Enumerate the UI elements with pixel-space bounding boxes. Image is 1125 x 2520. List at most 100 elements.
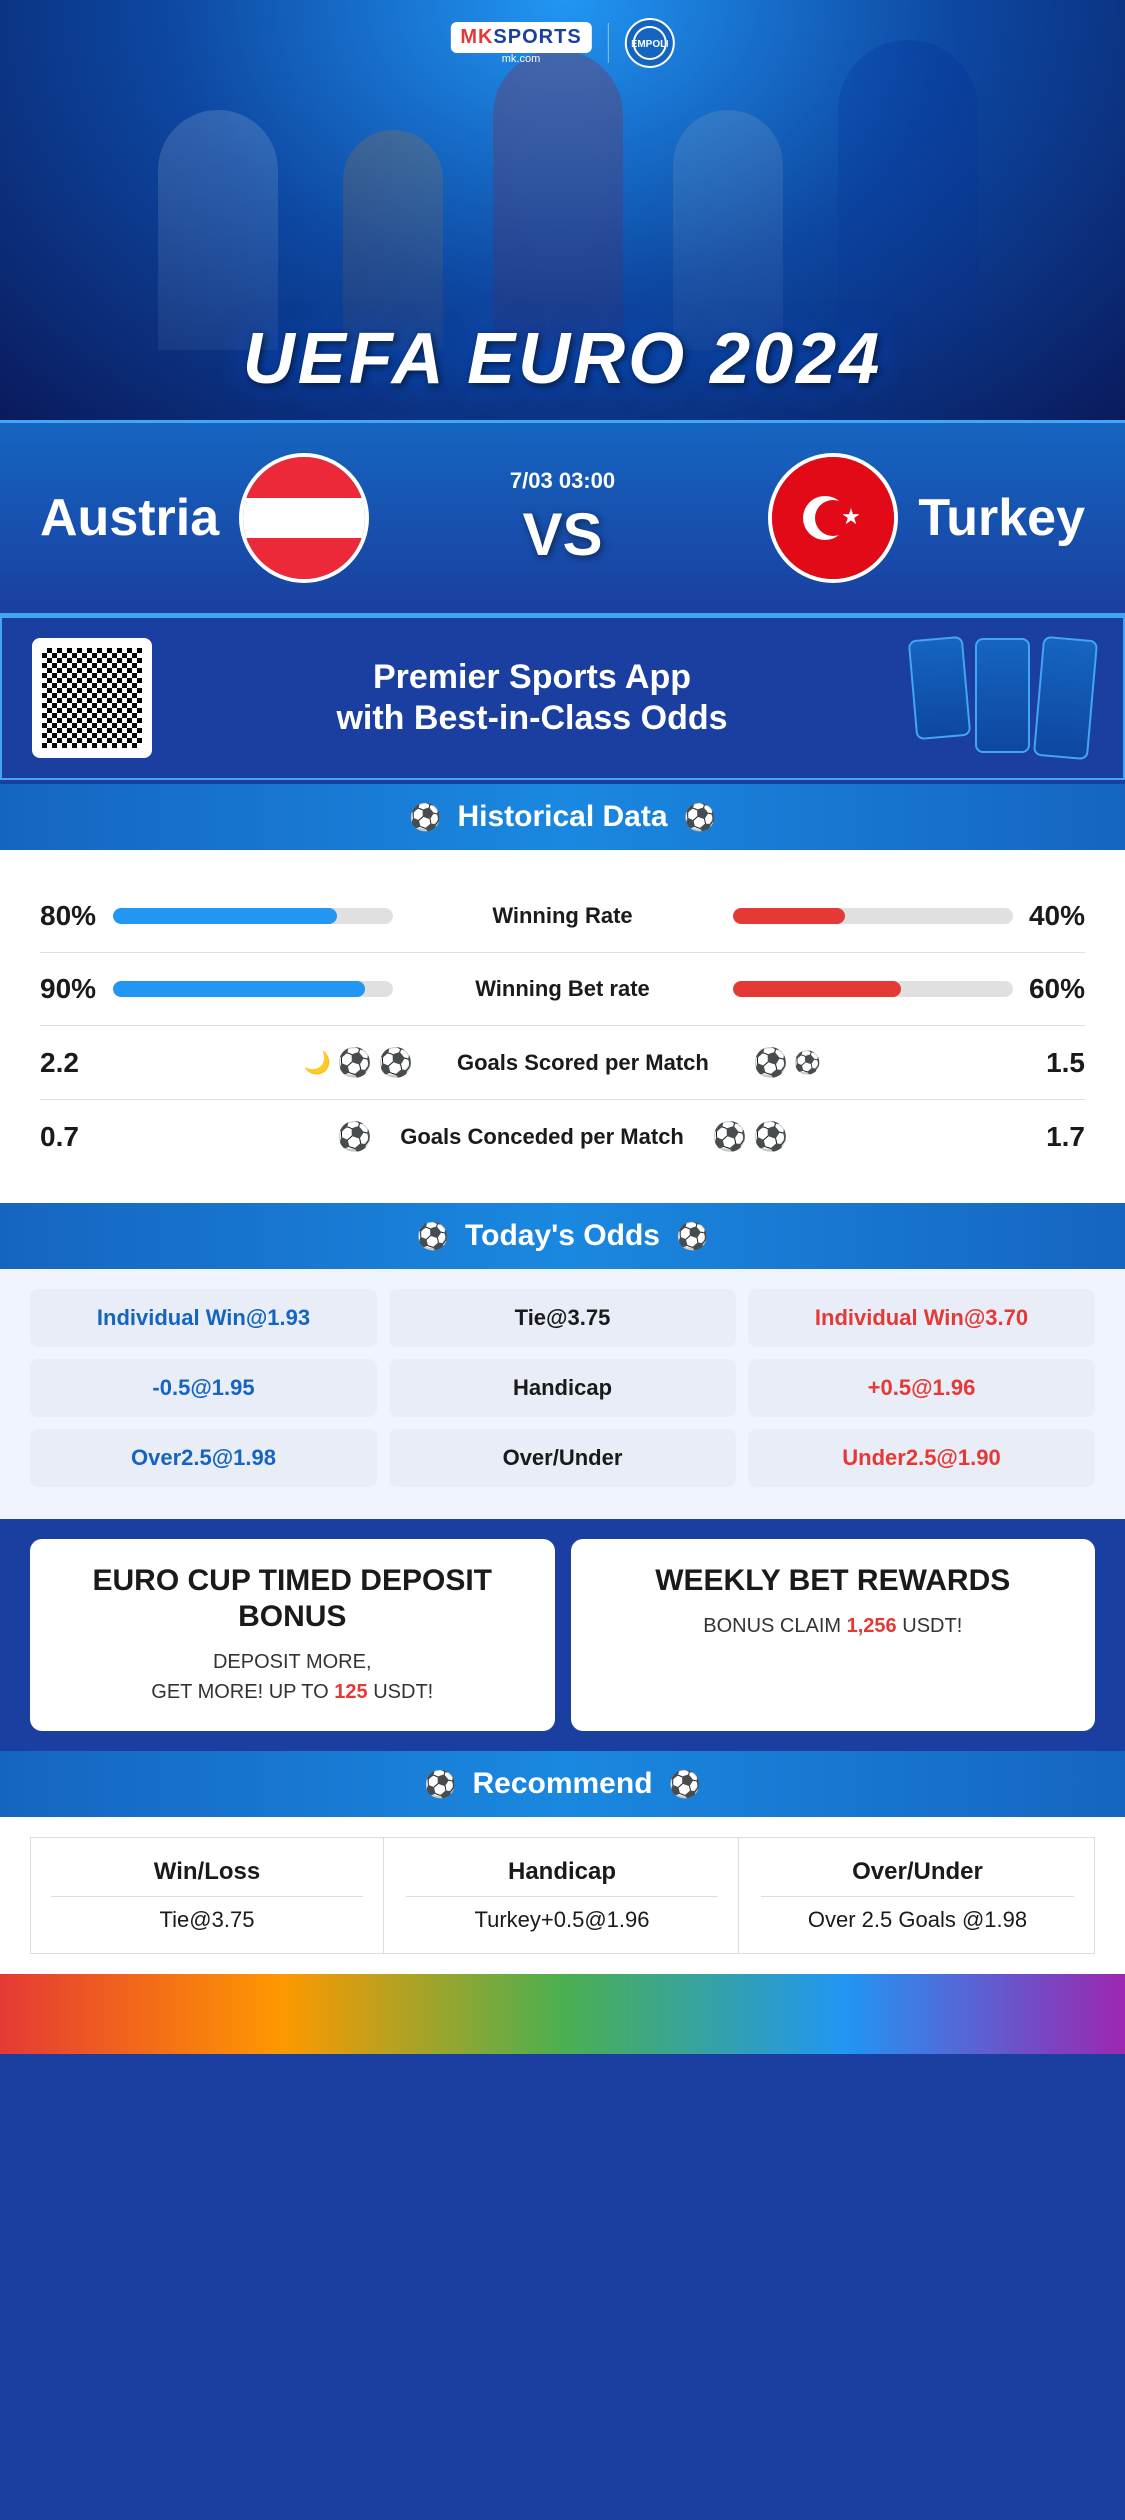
austria-flag: [239, 453, 369, 583]
turkey-flag: ★: [768, 453, 898, 583]
odds-row-3: Over2.5@1.98 Over/Under Under2.5@1.90: [30, 1429, 1095, 1487]
odds-section: Individual Win@1.93 Tie@3.75 Individual …: [0, 1269, 1125, 1519]
player-1: [118, 30, 318, 350]
bonus-deposit-desc: DEPOSIT MORE, GET MORE! UP TO 125 USDT!: [50, 1647, 535, 1707]
stat-row-winning-rate: 80% Winning Rate 40%: [40, 880, 1085, 953]
euro-title-text: UEFA EURO 2024: [243, 319, 883, 399]
bar-left-winning-bet: [113, 981, 393, 997]
rec-cell-overunder: Over/Under Over 2.5 Goals @1.98: [741, 1838, 1094, 1953]
bonus-weekly-desc: BONUS CLAIM 1,256 USDT!: [591, 1611, 1076, 1641]
progress-fill-left-wb: [113, 981, 365, 997]
historical-header: ⚽ Historical Data ⚽: [0, 784, 1125, 850]
conceded-ball-icon-2: ⚽: [712, 1120, 747, 1153]
recommend-title: Recommend: [472, 1767, 652, 1801]
progress-bg-left-wb: [113, 981, 393, 997]
team-right: ★ Turkey: [635, 453, 1085, 583]
phone-mock-2: [975, 638, 1030, 753]
stat-left-winning-rate: 80%: [40, 900, 113, 932]
progress-bg-left-wr: [113, 908, 393, 924]
stat-right-goals-conceded: 1.7: [1005, 1121, 1085, 1153]
stat-right-winning-rate: 40%: [1013, 900, 1086, 932]
phone-mock-3: [1033, 636, 1098, 760]
svg-text:★: ★: [841, 504, 861, 529]
goals-conceded-icons-right: ⚽ ⚽: [712, 1120, 788, 1153]
odds-soccer-icon-left: ⚽: [417, 1221, 449, 1252]
historical-section: 80% Winning Rate 40% 90% W: [0, 850, 1125, 1203]
stat-bar-goals-scored: 🌙 ⚽ ⚽ Goals Scored per Match ⚽ ⚽: [120, 1046, 1005, 1079]
logo-area: MKSPORTS mk.com EMPOLI: [450, 18, 674, 68]
qr-code: [32, 638, 152, 758]
promo-title-line2: with Best-in-Class Odds: [336, 699, 727, 737]
ball-icon-1: ⚽: [337, 1046, 372, 1079]
odds-individual-win-left[interactable]: Individual Win@1.93: [30, 1289, 377, 1347]
rec-cell-winloss: Win/Loss Tie@3.75: [31, 1838, 384, 1953]
stat-label-goals-conceded: Goals Conceded per Match: [392, 1124, 692, 1150]
stat-row-goals-scored: 2.2 🌙 ⚽ ⚽ Goals Scored per Match ⚽ ⚽ 1.5: [40, 1026, 1085, 1100]
odds-tie[interactable]: Tie@3.75: [389, 1289, 736, 1347]
progress-bg-right-wb: [733, 981, 1013, 997]
stat-left-winning-bet: 90%: [40, 973, 113, 1005]
header-banner: MKSPORTS mk.com EMPOLI: [0, 0, 1125, 420]
recommend-section: Win/Loss Tie@3.75 Handicap Turkey+0.5@1.…: [0, 1817, 1125, 1974]
player-4: [648, 50, 808, 350]
app-promo: Premier Sports App with Best-in-Class Od…: [0, 616, 1125, 780]
odds-title: Today's Odds: [465, 1219, 660, 1253]
soccer-icon-right: ⚽: [684, 802, 716, 833]
bar-right-winning-bet: [733, 981, 1013, 997]
bonus-deposit-title: EURO CUP TIMED DEPOSIT BONUS: [50, 1563, 535, 1635]
stat-bar-winning-rate: Winning Rate: [113, 903, 1013, 929]
bonus-deposit-highlight: 125: [334, 1681, 367, 1703]
odds-over-under-left[interactable]: Over2.5@1.98: [30, 1429, 377, 1487]
bottom-banner: [0, 1974, 1125, 2054]
ball-icon-3: ⚽: [753, 1046, 788, 1079]
odds-individual-win-right[interactable]: Individual Win@3.70: [748, 1289, 1095, 1347]
rec-value-handicap: Turkey+0.5@1.96: [406, 1907, 718, 1933]
conceded-ball-icon-1: ⚽: [337, 1120, 372, 1153]
stat-right-winning-bet: 60%: [1013, 973, 1086, 1005]
stat-row-goals-conceded: 0.7 ⚽ Goals Conceded per Match ⚽ ⚽ 1.7: [40, 1100, 1085, 1173]
rec-header-overunder: Over/Under: [761, 1858, 1074, 1897]
bonus-weekly-title: WEEKLY BET REWARDS: [591, 1563, 1076, 1599]
conceded-ball-icon-3: ⚽: [753, 1120, 788, 1153]
player-5: [808, 10, 1008, 350]
rec-header-winloss: Win/Loss: [51, 1858, 363, 1897]
goals-scored-icons-right: ⚽ ⚽: [753, 1046, 821, 1079]
odds-soccer-icon-right: ⚽: [676, 1221, 708, 1252]
turkey-flag-bg: ★: [772, 457, 894, 579]
stat-bar-winning-bet: Winning Bet rate: [113, 976, 1013, 1002]
mk-logo: MKSPORTS: [450, 22, 591, 53]
stat-label-winning-bet: Winning Bet rate: [413, 976, 713, 1002]
odds-over-under-right[interactable]: Under2.5@1.90: [748, 1429, 1095, 1487]
goals-scored-icons-left: 🌙 ⚽ ⚽: [304, 1046, 413, 1079]
euro-title: UEFA EURO 2024: [243, 318, 883, 400]
odds-over-under-label: Over/Under: [389, 1429, 736, 1487]
goals-conceded-icons-left: ⚽: [337, 1120, 372, 1153]
stat-bar-goals-conceded: ⚽ Goals Conceded per Match ⚽ ⚽: [120, 1120, 1005, 1153]
promo-text: Premier Sports App with Best-in-Class Od…: [172, 657, 892, 739]
stat-label-winning-rate: Winning Rate: [413, 903, 713, 929]
ball-icon-2: ⚽: [378, 1046, 413, 1079]
team-left-name: Austria: [40, 488, 219, 548]
partner-logo: EMPOLI: [625, 18, 675, 68]
progress-fill-left-wr: [113, 908, 337, 924]
bonus-card-deposit[interactable]: EURO CUP TIMED DEPOSIT BONUS DEPOSIT MOR…: [30, 1539, 555, 1731]
app-screenshots: [912, 638, 1093, 758]
half-ball-icon: ⚽: [794, 1050, 821, 1076]
odds-handicap-left[interactable]: -0.5@1.95: [30, 1359, 377, 1417]
bonus-card-weekly[interactable]: WEEKLY BET REWARDS BONUS CLAIM 1,256 USD…: [571, 1539, 1096, 1731]
match-section: Austria 7/03 03:00 VS ★: [0, 420, 1125, 616]
stat-label-goals-scored: Goals Scored per Match: [433, 1050, 733, 1076]
rec-value-winloss: Tie@3.75: [51, 1907, 363, 1933]
odds-handicap-right[interactable]: +0.5@1.96: [748, 1359, 1095, 1417]
team-left: Austria: [40, 453, 490, 583]
recommend-grid: Win/Loss Tie@3.75 Handicap Turkey+0.5@1.…: [30, 1837, 1095, 1954]
soccer-icon-left: ⚽: [409, 802, 441, 833]
rec-value-overunder: Over 2.5 Goals @1.98: [761, 1907, 1074, 1933]
odds-handicap-label: Handicap: [389, 1359, 736, 1417]
stat-left-goals-conceded: 0.7: [40, 1121, 120, 1153]
turkey-flag-svg: ★: [783, 468, 883, 568]
vs-text: VS: [510, 500, 615, 569]
stat-left-goals-scored: 2.2: [40, 1047, 120, 1079]
progress-bg-right-wr: [733, 908, 1013, 924]
progress-fill-right-wr: [733, 908, 845, 924]
